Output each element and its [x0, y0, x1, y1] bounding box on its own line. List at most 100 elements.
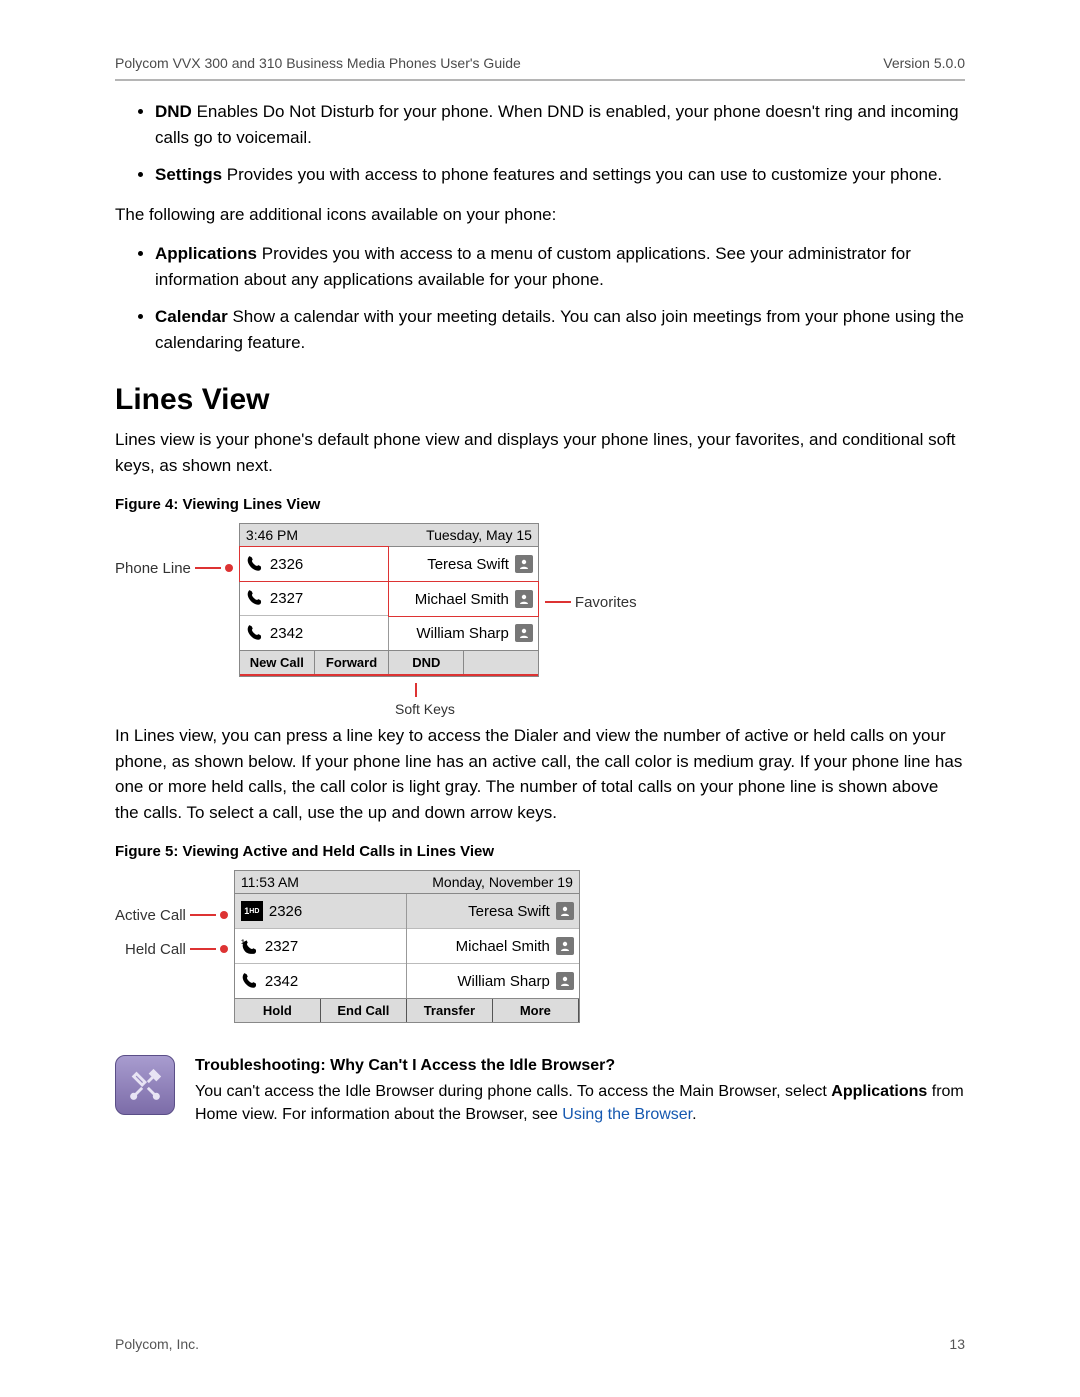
- note-body-post: .: [692, 1106, 696, 1123]
- list-item: Settings Provides you with access to pho…: [155, 162, 965, 188]
- figure-4-left-labels: Phone Line: [115, 523, 239, 585]
- connector-line: [190, 948, 216, 950]
- softkey: End Call: [321, 999, 407, 1022]
- favorite-row: Teresa Swift: [389, 547, 538, 582]
- label-favorites: Favorites: [575, 594, 637, 611]
- favorite-name: William Sharp: [457, 973, 550, 990]
- favorite-name: Michael Smith: [456, 938, 550, 955]
- line-ext: 2327: [270, 590, 303, 607]
- note-body-bold: Applications: [831, 1083, 927, 1100]
- page-footer: Polycom, Inc. 13: [115, 1336, 965, 1352]
- status-date: Monday, November 19: [432, 874, 573, 890]
- line-ext: 2326: [270, 556, 303, 573]
- desc: Enables Do Not Disturb for your phone. W…: [155, 102, 959, 147]
- section-paragraph: Lines view is your phone's default phone…: [115, 427, 965, 478]
- softkey-bar: New Call Forward DND: [240, 650, 538, 676]
- list-item: Applications Provides you with access to…: [155, 241, 965, 292]
- paragraph-2: In Lines view, you can press a line key …: [115, 723, 965, 825]
- softkey: [464, 651, 538, 674]
- line-ext: 2326: [269, 903, 302, 920]
- using-browser-link[interactable]: Using the Browser: [562, 1106, 692, 1123]
- term: Calendar: [155, 307, 228, 326]
- connector-line: [190, 914, 216, 916]
- tools-icon: [115, 1055, 175, 1115]
- favorite-row: William Sharp: [389, 616, 538, 650]
- phone-line-row: 2326: [240, 547, 388, 581]
- doc-title: Polycom VVX 300 and 310 Business Media P…: [115, 55, 521, 71]
- handset-icon: [246, 624, 264, 642]
- favorite-name: Teresa Swift: [468, 903, 550, 920]
- line-ext: 2327: [265, 938, 298, 955]
- note-body-pre: You can't access the Idle Browser during…: [195, 1083, 831, 1100]
- line-ext: 2342: [270, 625, 303, 642]
- header-rule: [115, 79, 965, 81]
- connector-line: [545, 601, 571, 603]
- line-ext: 2342: [265, 973, 298, 990]
- softkey: New Call: [240, 651, 315, 674]
- status-date: Tuesday, May 15: [426, 527, 532, 543]
- phone-status-bar: 3:46 PM Tuesday, May 15: [240, 524, 538, 547]
- figure-5-caption: Figure 5: Viewing Active and Held Calls …: [115, 843, 965, 860]
- person-icon: [556, 902, 574, 920]
- label-active-call: Active Call: [115, 907, 186, 924]
- hd-active-icon: 1HD: [241, 901, 263, 921]
- desc: Provides you with access to a menu of cu…: [155, 244, 911, 289]
- softkey: Transfer: [407, 999, 493, 1022]
- list-item: DND Enables Do Not Disturb for your phon…: [155, 99, 965, 150]
- additional-bullet-list: Applications Provides you with access to…: [115, 241, 965, 355]
- phone-status-bar: 11:53 AM Monday, November 19: [235, 871, 579, 894]
- favorite-row: Teresa Swift: [407, 894, 579, 929]
- call-row-active: 1HD 2326: [235, 894, 406, 929]
- person-icon: [515, 555, 533, 573]
- phone-screen-1: 3:46 PM Tuesday, May 15 2326: [239, 523, 539, 677]
- call-row-held: 1 2327: [235, 929, 406, 964]
- softkey: DND: [389, 651, 464, 674]
- person-icon: [556, 937, 574, 955]
- troubleshooting-note: Troubleshooting: Why Can't I Access the …: [115, 1055, 965, 1126]
- phone-line-row: 2342: [240, 616, 388, 650]
- note-body: You can't access the Idle Browser during…: [195, 1081, 965, 1126]
- handset-icon: [246, 589, 264, 607]
- intro-bullet-list: DND Enables Do Not Disturb for your phon…: [115, 99, 965, 188]
- connector-dot: [220, 945, 228, 953]
- section-heading: Lines View: [115, 383, 965, 417]
- handset-icon: [241, 972, 259, 990]
- term: DND: [155, 102, 192, 121]
- desc: Show a calendar with your meeting detail…: [155, 307, 964, 352]
- footer-page: 13: [949, 1336, 965, 1352]
- favorite-row: Michael Smith: [407, 929, 579, 964]
- connector-line-vertical: [415, 683, 417, 697]
- favorite-name: William Sharp: [416, 625, 509, 642]
- connector-dot: [225, 564, 233, 572]
- figure-4-caption: Figure 4: Viewing Lines View: [115, 496, 965, 513]
- softkey: Forward: [315, 651, 390, 674]
- desc: Provides you with access to phone featur…: [222, 165, 942, 184]
- status-time: 11:53 AM: [241, 874, 299, 890]
- favorite-row: Michael Smith: [389, 582, 538, 616]
- softkey-bar: Hold End Call Transfer More: [235, 998, 579, 1022]
- page-header: Polycom VVX 300 and 310 Business Media P…: [115, 55, 965, 79]
- person-icon: [556, 972, 574, 990]
- term: Settings: [155, 165, 222, 184]
- doc-version: Version 5.0.0: [883, 55, 965, 71]
- mid-paragraph: The following are additional icons avail…: [115, 202, 965, 228]
- softkey: More: [493, 999, 579, 1022]
- figure-4-right-labels: Favorites: [539, 523, 645, 619]
- person-icon: [515, 624, 533, 642]
- list-item: Calendar Show a calendar with your meeti…: [155, 304, 965, 355]
- phone-line-row: 2342: [235, 964, 406, 998]
- figure-5: Active Call Held Call 11:53 AM Monday, N…: [115, 870, 965, 1023]
- footer-org: Polycom, Inc.: [115, 1336, 199, 1352]
- status-time: 3:46 PM: [246, 527, 298, 543]
- handset-icon: [246, 555, 264, 573]
- connector-line: [195, 567, 221, 569]
- label-phone-line: Phone Line: [115, 560, 191, 577]
- label-held-call: Held Call: [125, 941, 186, 958]
- favorite-row: William Sharp: [407, 964, 579, 998]
- phone-line-row: 2327: [240, 581, 388, 616]
- person-icon: [515, 590, 533, 608]
- phone-screen-2: 11:53 AM Monday, November 19 1HD 2326 1 …: [234, 870, 580, 1023]
- favorite-name: Teresa Swift: [427, 556, 509, 573]
- figure-5-left-labels: Active Call Held Call: [115, 870, 234, 966]
- note-title: Troubleshooting: Why Can't I Access the …: [195, 1055, 965, 1077]
